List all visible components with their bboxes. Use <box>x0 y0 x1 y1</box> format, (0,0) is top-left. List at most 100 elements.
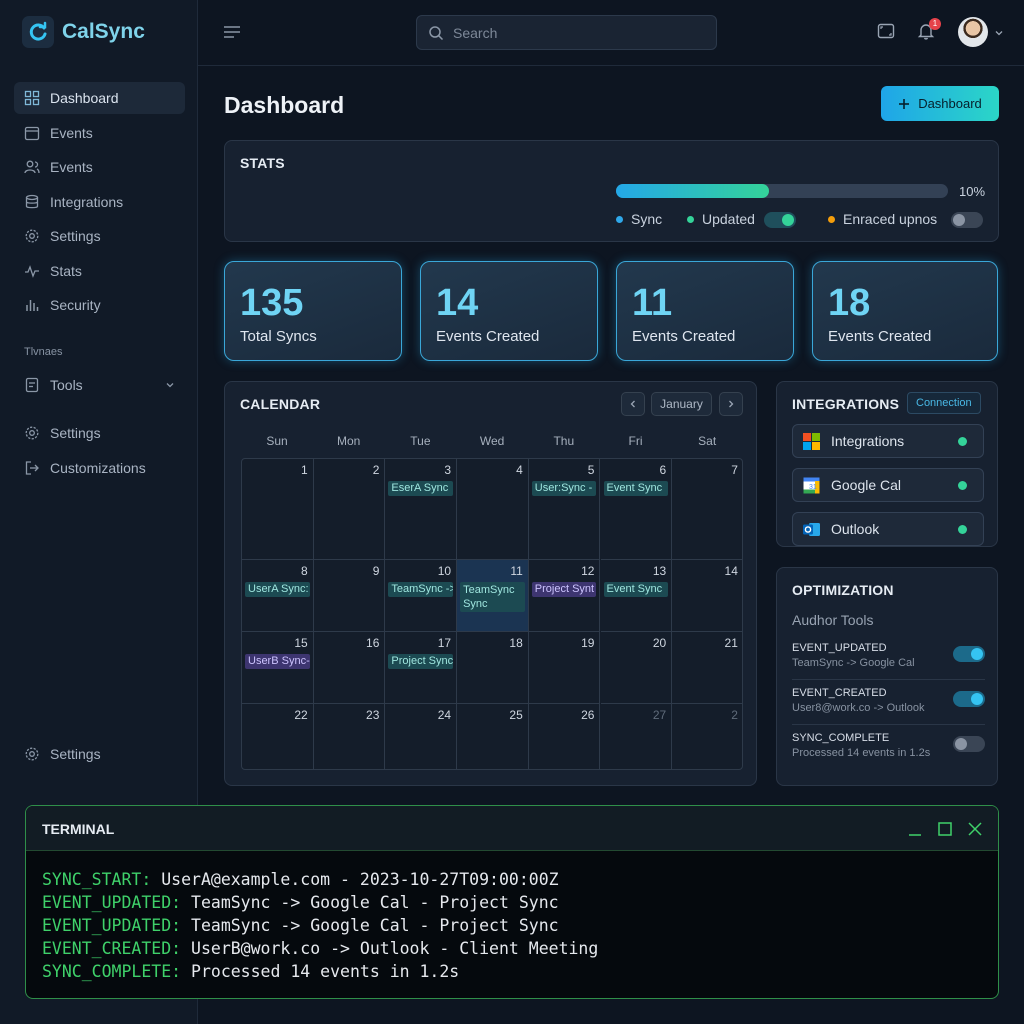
calendar-day-cell[interactable]: 15 UserB Sync- <box>242 632 314 704</box>
minimize-icon[interactable] <box>906 820 924 838</box>
chevron-down-icon[interactable] <box>994 28 1004 38</box>
calendar-day-cell[interactable]: 9 <box>313 560 386 632</box>
calendar-day-cell[interactable]: 10 TeamSync -> <box>385 560 458 632</box>
sync-complete-toggle[interactable] <box>953 736 985 752</box>
stat-value: 11 <box>632 282 673 324</box>
calendar-day-cell[interactable]: 8 UserA Sync: <box>242 560 314 632</box>
calendar-event-chip[interactable]: TeamSync Sync <box>460 582 525 612</box>
connection-badge[interactable]: Connection <box>907 392 981 414</box>
calendar-event-chip[interactable]: Event Sync <box>603 582 669 597</box>
calendar-day-cell[interactable]: 27 <box>601 704 673 769</box>
calendar-day-cell[interactable]: 24 <box>385 704 458 769</box>
terminal-event-key: EVENT_UPDATED: <box>42 916 182 935</box>
calendar-day-cell[interactable]: 2 <box>672 704 742 769</box>
day-number: 13 <box>652 564 667 578</box>
stat-card-total-syncs[interactable]: 135 Total Syncs <box>224 261 402 361</box>
close-icon[interactable] <box>966 820 984 838</box>
day-number: 4 <box>516 463 523 477</box>
search-input[interactable] <box>453 24 693 41</box>
day-number: 1 <box>301 463 308 477</box>
stat-card-events-created-2[interactable]: 11 Events Created <box>616 261 794 361</box>
updated-toggle[interactable] <box>764 212 796 228</box>
calendar-day-cell[interactable]: 3 EserA Sync <box>385 459 458 560</box>
app-logo[interactable]: CalSync <box>22 16 145 48</box>
calendar-day-cell[interactable]: 6 Event Sync <box>600 459 673 560</box>
calendar-day-cell[interactable]: 16 <box>313 632 386 704</box>
sidebar-item-stats[interactable]: Stats <box>14 255 185 287</box>
calendar-day-cell[interactable]: 26 <box>529 704 601 769</box>
calendar-event-chip[interactable]: UserB Sync- <box>245 654 310 669</box>
calendar-day-cell[interactable]: 23 <box>314 704 386 769</box>
calendar-day-cell[interactable]: 21 <box>672 632 742 704</box>
calendar-prev-button[interactable] <box>621 392 645 416</box>
calendar-day-cell[interactable]: 22 <box>242 704 314 769</box>
calendar-next-button[interactable] <box>719 392 743 416</box>
optimization-panel: OPTIMIZATION Audhor Tools EVENT_UPDATED … <box>776 567 998 786</box>
sidebar-item-tools[interactable]: Tools <box>14 369 185 401</box>
calendar-day-cell[interactable]: 13 Event Sync <box>600 560 673 632</box>
add-dashboard-label: Dashboard <box>918 96 982 111</box>
calendar-event-chip[interactable]: EserA Sync <box>388 481 454 496</box>
terminal-line: EVENT_UPDATED: TeamSync -> Google Cal - … <box>42 914 598 937</box>
calendar-day-cell[interactable]: 12 Project Synt <box>528 560 601 632</box>
enraced-toggle[interactable] <box>951 212 983 228</box>
sidebar-item-settings-lower[interactable]: Settings <box>14 417 185 449</box>
calendar-day-cell[interactable]: 5 User:Sync - <box>528 459 601 560</box>
maximize-icon[interactable] <box>936 820 954 838</box>
stats-panel: STATS 10% Sync Updated Enraced upnos <box>224 140 999 242</box>
calendar-day-cell[interactable]: 1 <box>242 459 314 560</box>
calendar-day-cell[interactable]: 2 <box>313 459 386 560</box>
calendar-day-cell[interactable]: 20 <box>600 632 673 704</box>
day-number: 26 <box>581 708 595 722</box>
calendar-day-cell[interactable]: 11 TeamSync Sync <box>457 560 529 632</box>
sidebar-item-security[interactable]: Security <box>14 289 185 321</box>
calendar-event-chip[interactable]: Project Sync <box>388 654 454 669</box>
sidebar-item-settings[interactable]: Settings <box>14 220 185 252</box>
sidebar-item-settings-footer[interactable]: Settings <box>14 738 185 770</box>
calendar-day-cell[interactable]: 18 <box>457 632 529 704</box>
page-title: Dashboard <box>224 92 345 118</box>
sidebar-item-label: Events <box>50 159 93 175</box>
calendar-day-cell[interactable]: 14 <box>672 560 742 632</box>
stats-title: STATS <box>240 155 285 171</box>
calendar-day-cell[interactable]: 17 Project Sync <box>385 632 458 704</box>
integration-microsoft[interactable]: Integrations <box>792 424 984 458</box>
sidebar-item-label: Stats <box>50 263 82 279</box>
sidebar-item-customizations[interactable]: Customizations <box>14 452 185 484</box>
calendar-event-chip[interactable]: Project Synt <box>531 582 597 597</box>
svg-text:31: 31 <box>809 484 817 491</box>
calendar-day-cell[interactable]: 4 <box>457 459 529 560</box>
search-box[interactable] <box>416 15 717 50</box>
calendar-event-chip[interactable]: Event Sync <box>603 481 669 496</box>
stat-card-events-created[interactable]: 14 Events Created <box>420 261 598 361</box>
calendar-day-cell[interactable]: 19 <box>528 632 601 704</box>
calendar-month-select[interactable]: January <box>651 392 712 416</box>
integration-google-cal[interactable]: 31 Google Cal <box>792 468 984 502</box>
stat-label: Events Created <box>436 328 540 345</box>
calendar-day-cell[interactable]: 7 <box>672 459 742 560</box>
calendar-event-chip[interactable]: TeamSync -> <box>388 582 454 597</box>
sidebar-item-label: Customizations <box>50 460 146 476</box>
day-number: 21 <box>724 636 738 650</box>
menu-icon[interactable] <box>222 24 242 40</box>
avatar[interactable] <box>958 17 988 47</box>
calendar-event-chip[interactable]: UserA Sync: <box>245 582 310 597</box>
day-number: 11 <box>510 564 523 578</box>
calendar-day-cell[interactable]: 25 <box>457 704 529 769</box>
terminal-title: TERMINAL <box>42 821 115 837</box>
screen-capture-icon[interactable] <box>877 22 895 40</box>
calendar-event-chip[interactable]: User:Sync - <box>531 481 597 496</box>
sidebar-item-integrations[interactable]: Integrations <box>14 186 185 218</box>
bar-chart-icon <box>26 300 39 311</box>
sidebar-section-label: Tlvnaes <box>24 346 63 358</box>
sidebar-item-events-users[interactable]: Events <box>14 151 185 183</box>
add-dashboard-button[interactable]: Dashboard <box>881 86 999 121</box>
sidebar-item-events[interactable]: Events <box>14 117 185 149</box>
optimization-value: TeamSync -> Google Cal <box>792 657 915 669</box>
legend-updated: Updated <box>687 211 755 227</box>
event-updated-toggle[interactable] <box>953 646 985 662</box>
integration-outlook[interactable]: Outlook <box>792 512 984 546</box>
sidebar-item-dashboard[interactable]: Dashboard <box>14 82 185 114</box>
event-created-toggle[interactable] <box>953 691 985 707</box>
stat-card-events-created-3[interactable]: 18 Events Created <box>812 261 998 361</box>
